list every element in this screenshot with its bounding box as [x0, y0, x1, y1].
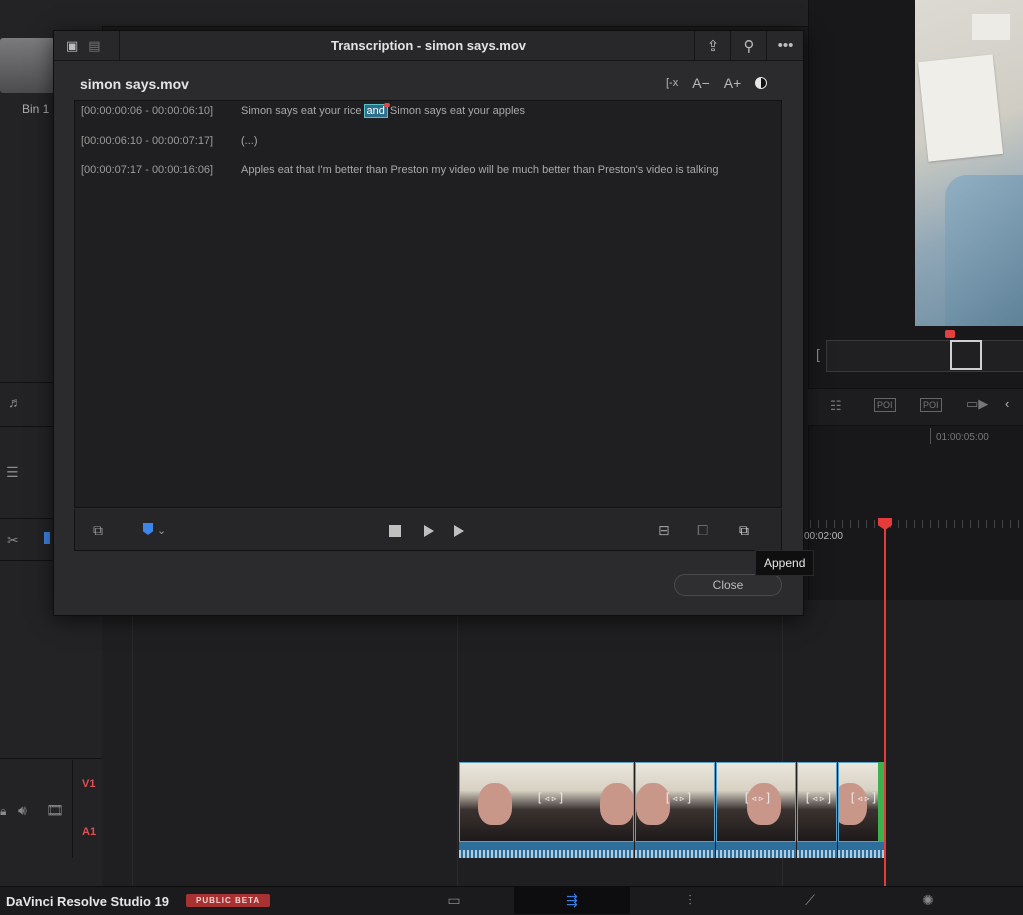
- transcript-line[interactable]: [00:00:00:06 - 00:00:06:10] Simon says ea…: [81, 104, 526, 118]
- audio-clip-icon[interactable]: ♬: [8, 394, 22, 410]
- append-icon[interactable]: ⧉: [739, 522, 749, 539]
- transcript-timestamp: [00:00:00:06 - 00:00:06:10]: [81, 105, 214, 117]
- razor-icon[interactable]: ✂: [7, 532, 19, 549]
- transcript-timestamp: [00:00:07:17 - 00:00:16:06]: [81, 164, 214, 176]
- ruler-tick: [930, 428, 931, 444]
- divider: [132, 600, 133, 886]
- overwrite-icon[interactable]: ⧠: [697, 522, 708, 539]
- insert-play-icon[interactable]: ▭▶: [966, 396, 988, 412]
- waveform-playhead-marker[interactable]: [945, 330, 955, 338]
- create-subclip-icon[interactable]: ⧉: [93, 522, 103, 539]
- transcript-toolbar: ⧉ ⌄ ⊟ ⧠ ⧉: [74, 509, 782, 551]
- transition-icon: [◃▹]: [664, 791, 693, 805]
- contrast-toggle-icon[interactable]: [755, 77, 768, 89]
- font-tools: [-x A− A+: [666, 75, 768, 91]
- transition-icon: [◃▹]: [849, 791, 878, 805]
- play-to-end-icon[interactable]: [454, 525, 464, 537]
- audio-waveform-scrubber[interactable]: [826, 340, 1023, 372]
- audio-clip[interactable]: [459, 842, 634, 858]
- more-options-icon[interactable]: •••: [766, 31, 804, 60]
- transcript-text: Simon says eat your rice: [241, 105, 362, 117]
- waveform-selection[interactable]: [950, 340, 982, 370]
- play-icon[interactable]: [424, 525, 434, 537]
- transcription-dialog: ▣ ▤ Transcription - simon says.mov ⇪ ⚲ •…: [53, 30, 804, 616]
- divider: [0, 758, 102, 759]
- viewer-image-paper: [972, 14, 1010, 40]
- flag-icon[interactable]: [143, 523, 153, 535]
- track-header-column: [72, 760, 103, 858]
- sliders-icon[interactable]: ☷: [830, 398, 842, 414]
- viewer-timecode: 01:00:05:00: [936, 432, 989, 443]
- insert-icon[interactable]: ⊟: [658, 522, 670, 539]
- cut-page-icon[interactable]: ⇶: [514, 886, 630, 914]
- range-bracket-icon: [: [816, 346, 820, 362]
- transition-icon: [◃▹]: [536, 791, 565, 805]
- clear-silence-icon[interactable]: [-x: [666, 77, 678, 89]
- video-clip[interactable]: [◃▹]: [635, 762, 715, 842]
- poi-add-icon[interactable]: POI: [920, 398, 942, 412]
- append-tooltip: Append: [755, 550, 815, 576]
- app-name: DaVinci Resolve Studio 19: [6, 894, 170, 909]
- transcript-text: (...): [241, 135, 258, 147]
- bin-label: Bin 1: [22, 102, 50, 116]
- film-icon[interactable]: 🎞︎: [46, 802, 64, 819]
- playhead-indicator: [384, 103, 390, 107]
- audio-clip[interactable]: [716, 842, 796, 858]
- export-icon[interactable]: ⇪: [694, 31, 731, 60]
- track-label-v1: V1: [82, 778, 96, 790]
- video-clip[interactable]: [◃▹]: [716, 762, 796, 842]
- font-increase-icon[interactable]: A+: [724, 75, 742, 91]
- timeline-ruler-time: 00:02:00: [804, 531, 843, 542]
- divider: [457, 600, 458, 886]
- audio-clip[interactable]: [797, 842, 837, 858]
- top-toolbar: [0, 0, 808, 27]
- transcript-area[interactable]: [00:00:00:06 - 00:00:06:10] Simon says ea…: [74, 100, 782, 508]
- edit-page-icon[interactable]: ⫶: [632, 886, 748, 914]
- close-button[interactable]: Close: [674, 574, 782, 596]
- timeline-playhead[interactable]: [884, 520, 886, 886]
- viewer-image-paper: [917, 54, 1004, 162]
- transcript-line[interactable]: [00:00:07:17 - 00:00:16:06] Apples eat th…: [81, 164, 718, 176]
- transcript-timestamp: [00:00:06:10 - 00:00:07:17]: [81, 135, 214, 147]
- poi-icon[interactable]: POI: [874, 398, 896, 412]
- stop-icon[interactable]: [389, 525, 401, 537]
- search-icon[interactable]: ⚲: [730, 31, 767, 60]
- speaker-icon[interactable]: 🔊︎: [18, 802, 27, 819]
- font-decrease-icon[interactable]: A−: [692, 75, 710, 91]
- bin-thumbnail[interactable]: [0, 38, 55, 93]
- flag-icon[interactable]: [44, 532, 50, 544]
- chevron-down-icon[interactable]: ⌄: [157, 524, 166, 537]
- mixer-icon[interactable]: ☰: [6, 464, 19, 481]
- transition-icon: [◃▹]: [743, 791, 772, 805]
- lock-icon[interactable]: 🔒︎: [0, 804, 6, 819]
- file-name: simon says.mov: [80, 76, 189, 92]
- transcript-line[interactable]: [00:00:06:10 - 00:00:07:17] (...): [81, 135, 258, 147]
- transition-icon: [◃▹]: [804, 791, 833, 805]
- selected-word[interactable]: and: [363, 104, 388, 118]
- track-label-a1: A1: [82, 826, 97, 838]
- video-clip[interactable]: [◃▹]: [459, 762, 634, 842]
- public-beta-badge: PUBLIC BETA: [186, 894, 271, 907]
- video-clip[interactable]: [◃▹]: [797, 762, 837, 842]
- audio-clip[interactable]: [635, 842, 715, 858]
- transcript-text: Simon says eat your apples: [389, 105, 526, 117]
- color-page-icon[interactable]: ✺: [870, 886, 986, 914]
- audio-clip[interactable]: [838, 842, 884, 858]
- media-page-icon[interactable]: ▭: [396, 886, 512, 914]
- fusion-page-icon[interactable]: ⟋: [752, 886, 868, 914]
- chevron-left-icon[interactable]: ‹: [1005, 396, 1009, 411]
- timeline-ruler[interactable]: [802, 520, 1023, 528]
- transcript-text: Apples eat that I'm better than Preston …: [241, 164, 719, 176]
- viewer-image-cushion: [945, 175, 1023, 326]
- dialog-title: Transcription - simon says.mov: [330, 38, 527, 53]
